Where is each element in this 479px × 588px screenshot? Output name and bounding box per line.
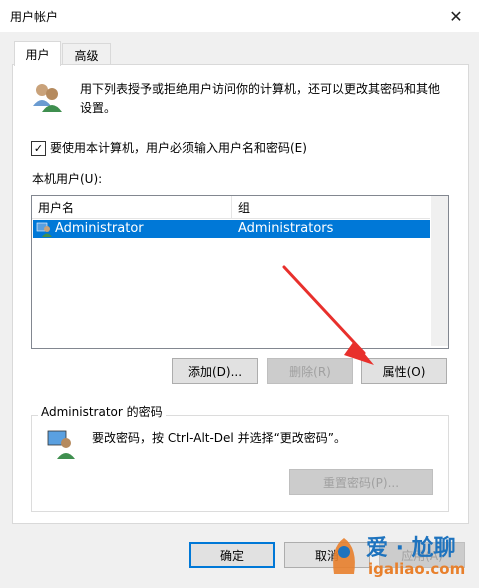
ok-button-label: 确定 <box>219 548 244 563</box>
password-user-icon <box>46 428 78 460</box>
require-password-checkbox[interactable]: ✓ <box>31 141 46 156</box>
table-row[interactable]: Administrator Administrators <box>33 220 430 238</box>
listview-header: 用户名 组 <box>32 196 430 219</box>
user-name-cell: Administrator <box>55 221 144 236</box>
close-button[interactable]: ✕ <box>433 0 479 32</box>
close-icon: ✕ <box>449 6 463 26</box>
checkmark-icon: ✓ <box>33 142 44 155</box>
tab-advanced-label: 高级 <box>74 48 99 63</box>
intro-text: 用下列表授予或拒绝用户访问你的计算机，还可以更改其密码和其他设置。 <box>80 82 441 115</box>
tab-advanced[interactable]: 高级 <box>62 43 111 66</box>
require-password-checkbox-row[interactable]: ✓ 要使用本计算机，用户必须输入用户名和密码(E) <box>31 139 307 158</box>
require-password-label: 要使用本计算机，用户必须输入用户名和密码(E) <box>50 141 307 155</box>
local-users-label: 本机用户(U): <box>32 172 103 186</box>
watermark-url: igaliao.com <box>368 560 466 578</box>
users-icon <box>30 80 66 116</box>
annotation-arrow-icon <box>282 265 374 365</box>
column-header-username-label: 用户名 <box>38 200 75 215</box>
ok-button[interactable]: 确定 <box>189 542 275 568</box>
window-title: 用户帐户 <box>10 10 59 24</box>
listview-scrollbar[interactable] <box>431 196 448 346</box>
tab-users-label: 用户 <box>25 47 50 62</box>
column-header-group-label: 组 <box>238 200 251 215</box>
watermark-mascot-icon <box>333 538 355 574</box>
watermark-logo: 爱 · 尬聊 igaliao.com <box>324 528 474 584</box>
user-group-cell: Administrators <box>238 221 334 236</box>
password-group-title: Administrator 的密码 <box>38 403 166 420</box>
password-instruction-text: 要改密码，按 Ctrl-Alt-Del 并选择“更改密码”。 <box>92 431 347 445</box>
reset-password-button-label: 重置密码(P)... <box>322 475 400 490</box>
user-icon <box>36 221 52 237</box>
watermark-text: 爱 · 尬聊 <box>366 536 456 561</box>
column-header-group[interactable]: 组 <box>232 196 430 218</box>
column-header-username[interactable]: 用户名 <box>32 196 231 218</box>
add-user-button-label: 添加(D)... <box>187 364 243 379</box>
title-bar: 用户帐户 ✕ <box>0 0 479 32</box>
tab-users[interactable]: 用户 <box>14 41 61 66</box>
reset-password-button[interactable]: 重置密码(P)... <box>289 469 433 495</box>
add-user-button[interactable]: 添加(D)... <box>172 358 258 384</box>
